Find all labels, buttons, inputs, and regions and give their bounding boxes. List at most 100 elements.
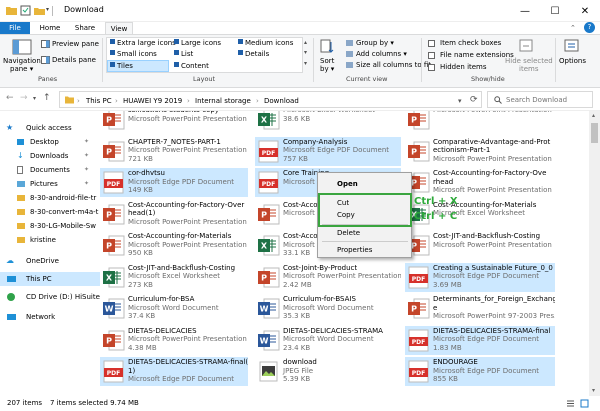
layout-content[interactable]: Content — [181, 62, 209, 70]
nav-pictures[interactable]: Pictures ✦ — [0, 177, 100, 191]
breadcrumb-internal-storage[interactable]: Internal storage — [195, 97, 251, 105]
navigation-pane-icon[interactable] — [12, 39, 32, 55]
layout-details[interactable]: Details — [245, 50, 269, 58]
menu-open[interactable]: Open — [337, 180, 358, 188]
layout-expand-icon[interactable]: ▾ — [304, 60, 307, 67]
tab-file[interactable]: File — [0, 22, 30, 34]
ribbon-collapse-icon[interactable]: ⌃ — [570, 24, 576, 32]
back-arrow-icon[interactable]: ← — [6, 93, 14, 103]
close-button[interactable]: ✕ — [570, 0, 600, 22]
layout-scroll-down-icon[interactable]: ▾ — [304, 49, 307, 56]
layout-medium[interactable]: Medium icons — [245, 39, 293, 47]
file-tile[interactable]: P Cost-Accounting-for-Factory-Ove rhead Mic… — [405, 168, 555, 197]
tab-home[interactable]: Home — [35, 22, 65, 34]
search-input[interactable] — [506, 94, 590, 105]
scrollbar-thumb[interactable] — [591, 123, 598, 143]
nav-desktop[interactable]: Desktop ✦ — [0, 135, 100, 149]
navigation-pane-label[interactable]: Navigation — [3, 57, 41, 65]
file-tile[interactable]: P Cost-Joint-By-Product Microsoft PowerPoi… — [255, 263, 401, 292]
file-tile[interactable]: P CHAPTER-7_NOTES-PART-1 Microsoft PowerPo… — [100, 137, 248, 166]
layout-tiles[interactable]: Tiles — [117, 62, 133, 70]
nav-quick-access[interactable]: ★ Quick access — [0, 121, 100, 135]
layout-large[interactable]: Large icons — [181, 39, 221, 47]
nav-folder-android[interactable]: 8-30-android-file-tr — [0, 191, 100, 205]
address-dropdown-icon[interactable]: ▾ — [458, 97, 462, 105]
preview-pane-button[interactable]: Preview pane — [52, 40, 99, 48]
layout-scroll-up-icon[interactable]: ▴ — [304, 39, 307, 46]
nav-this-pc[interactable]: This PC — [0, 272, 100, 286]
tab-view[interactable]: View — [105, 22, 133, 34]
nav-cd-drive[interactable]: CD Drive (D:) HiSuite — [0, 290, 100, 304]
nav-downloads[interactable]: ↓ Downloads ✦ — [0, 149, 100, 163]
file-name-extensions-label[interactable]: File name extensions — [440, 51, 514, 59]
layout-extra-large[interactable]: Extra large icons — [117, 39, 176, 47]
file-tile[interactable]: PDF Company-Analysis Microsoft Edge PDF Do… — [255, 136, 401, 166]
file-tile[interactable]: W Curriculum-for-BSAIS Microsoft Word Docu… — [255, 294, 401, 323]
nav-network[interactable]: Network — [0, 310, 100, 324]
recent-locations-icon[interactable]: ▾ — [33, 95, 36, 102]
file-name-extensions-checkbox[interactable] — [428, 52, 435, 59]
add-columns-button[interactable]: Add columns ▾ — [356, 50, 407, 58]
scroll-up-icon[interactable]: ▴ — [592, 112, 595, 119]
options-button[interactable]: Options — [559, 57, 586, 65]
hidden-items-checkbox[interactable] — [428, 64, 435, 71]
file-tile[interactable]: Pssifications-students-copyMicrosoft Pow… — [100, 111, 248, 134]
navigation-pane-label-2[interactable]: pane ▾ — [10, 65, 33, 73]
nav-folder-lg[interactable]: 8-30-LG-Mobile-Sw — [0, 219, 100, 233]
breadcrumb-this-pc[interactable]: This PC — [86, 97, 112, 105]
hide-selected-label[interactable]: Hide selected — [505, 57, 553, 65]
file-tile[interactable]: download JPEG File 5.39 KB — [255, 357, 401, 386]
nav-onedrive[interactable]: ☁ OneDrive — [0, 254, 100, 268]
file-tile[interactable]: P Cost-JIT-and-Backflush-Costing Microsoft… — [405, 231, 555, 260]
file-tile[interactable]: XMicrosoft Excel Worksheet38.6 KB — [255, 111, 401, 134]
file-tile[interactable]: PDF ENDOURAGE Microsoft Edge PDF Document 8… — [405, 357, 555, 386]
quick-access-dropdown-icon[interactable]: ▾ — [46, 6, 49, 13]
breadcrumb-download[interactable]: Download — [264, 97, 299, 105]
sort-by-label[interactable]: Sort — [320, 57, 334, 65]
file-tile[interactable]: P Determinants_for_Foreign_Exchange e Micro… — [405, 294, 555, 323]
size-columns-button[interactable]: Size all columns to fit — [356, 61, 431, 69]
layout-list[interactable]: List — [181, 50, 193, 58]
layout-small[interactable]: Small icons — [117, 50, 157, 58]
item-check-boxes-label[interactable]: Item check boxes — [440, 39, 501, 47]
address-input[interactable]: › This PC › HUAWEI Y9 2019 › Internal st… — [59, 91, 482, 108]
sort-by-icon[interactable] — [320, 39, 334, 55]
file-tile[interactable]: W DIETAS-DELICACIES-STRAMA Microsoft Word … — [255, 326, 401, 355]
file-tile[interactable]: P Cost-Accounting-for-Factory-Over head(1)… — [100, 200, 248, 229]
properties-icon[interactable] — [20, 5, 31, 16]
nav-folder-m4a[interactable]: 8-30-convert-m4a-t — [0, 205, 100, 219]
file-tile[interactable]: PDF DIETAS-DELICACIES-STRAMA-final(1) Micr… — [100, 357, 248, 386]
search-box[interactable] — [487, 91, 593, 108]
menu-delete[interactable]: Delete — [337, 229, 360, 237]
nav-documents[interactable]: Documents ✦ — [0, 163, 100, 177]
vertical-scrollbar[interactable]: ▴ ▾ — [589, 111, 600, 396]
hide-selected-label-2[interactable]: items — [519, 65, 538, 73]
maximize-button[interactable]: ☐ — [540, 0, 570, 22]
menu-properties[interactable]: Properties — [337, 246, 372, 254]
details-pane-button[interactable]: Details pane — [52, 56, 96, 64]
scroll-down-icon[interactable]: ▾ — [592, 387, 595, 394]
refresh-icon[interactable]: ⟳ — [470, 95, 478, 105]
options-icon[interactable] — [564, 39, 580, 53]
file-tile[interactable]: PDF Creating a Sustainable Future_0_0 Micr… — [405, 262, 555, 292]
file-tile[interactable]: PDF cor-dhvtsu Microsoft Edge PDF Document… — [100, 168, 248, 197]
new-folder-icon[interactable] — [34, 5, 45, 16]
help-icon[interactable]: ? — [584, 22, 595, 33]
breadcrumb-huawei[interactable]: HUAWEI Y9 2019 — [123, 97, 182, 105]
item-check-boxes-checkbox[interactable] — [428, 40, 435, 47]
tab-share[interactable]: Share — [70, 22, 100, 34]
file-tile[interactable]: P Comparative-Advantage-and-Prot ectionism… — [405, 137, 555, 166]
file-tile[interactable]: PDF DIETAS-DELICACIES-STRAMA-final Microso… — [405, 325, 555, 355]
hide-selected-icon[interactable] — [519, 39, 535, 53]
forward-arrow-icon[interactable]: → — [20, 93, 28, 103]
hidden-items-label[interactable]: Hidden items — [440, 63, 487, 71]
file-tile[interactable]: X Cost-JIT-and-Backflush-Costing Microsoft… — [100, 263, 248, 292]
nav-folder-kristine[interactable]: kristine — [0, 233, 100, 247]
file-tile[interactable]: P Microsoft PowerPoint Presentation — [405, 111, 555, 134]
file-tile[interactable]: P DIETAS-DELICACIES Microsoft PowerPoint P… — [100, 326, 248, 355]
file-tile[interactable]: P Cost-Accounting-for-Materials Microsoft … — [100, 231, 248, 260]
details-view-icon[interactable] — [566, 399, 575, 408]
minimize-button[interactable]: — — [510, 0, 540, 22]
up-arrow-icon[interactable]: ↑ — [43, 93, 51, 103]
sort-by-label-2[interactable]: by ▾ — [320, 65, 334, 73]
